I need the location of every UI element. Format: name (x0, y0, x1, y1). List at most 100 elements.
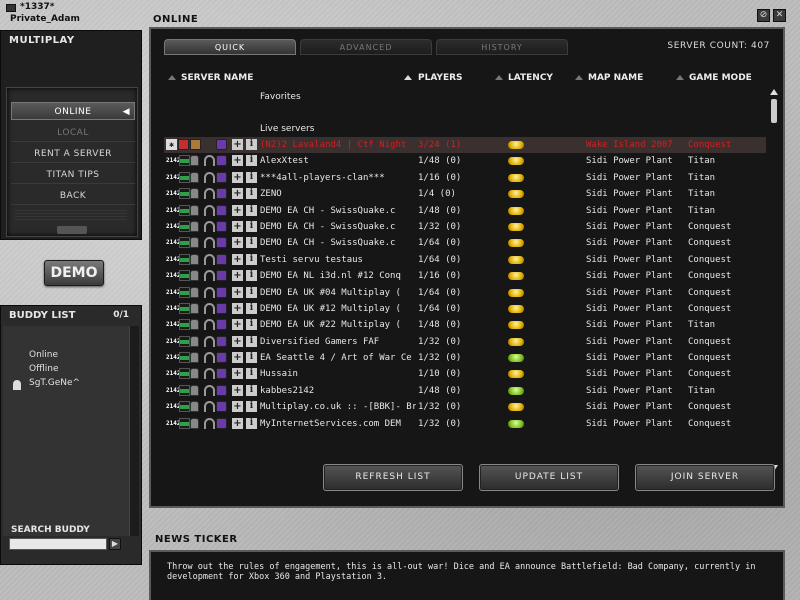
sort-icon[interactable] (676, 75, 684, 80)
info-icon[interactable]: i (246, 139, 257, 150)
info-icon[interactable]: i (246, 155, 257, 167)
menu-item-rent-a-server[interactable]: RENT A SERVER (11, 145, 135, 163)
info-icon[interactable]: i (246, 270, 257, 282)
close-button[interactable]: ✕ (773, 9, 786, 22)
lock-icon (190, 417, 199, 429)
server-count: SERVER COUNT: 407 (667, 41, 770, 51)
add-favorite-icon[interactable]: + (232, 237, 243, 249)
add-favorite-icon[interactable]: + (232, 302, 243, 314)
sort-icon[interactable] (168, 75, 176, 80)
add-favorite-icon[interactable]: + (232, 253, 243, 265)
ranked-icon (179, 352, 190, 364)
table-row[interactable]: 2142 + i DEMO EA CH - SwissQuake.c 1/48 (0) S… (164, 203, 766, 219)
refresh-list-button[interactable]: REFRESH LIST (323, 464, 463, 491)
table-row[interactable]: 2142 + i DEMO EA NL i3d.nl #12 Conq 1/16 (0)… (164, 268, 766, 284)
server-icons: ✱ + i (166, 139, 258, 151)
add-favorite-icon[interactable]: + (232, 171, 243, 183)
server-icons: 2142 + i (166, 368, 258, 380)
info-icon[interactable]: i (246, 335, 257, 347)
add-favorite-icon[interactable]: + (232, 155, 243, 167)
add-favorite-icon[interactable]: + (232, 188, 243, 200)
buddy-item[interactable]: SgT.GeNe^ (29, 378, 80, 388)
table-row[interactable]: 2142 + i DEMO EA CH - SwissQuake.c 1/64 (0) S… (164, 235, 766, 251)
info-icon[interactable]: i (246, 352, 257, 364)
info-icon[interactable]: i (246, 253, 257, 265)
menu-item-titan-tips[interactable]: TITAN TIPS (11, 166, 135, 184)
scroll-up-icon[interactable] (770, 89, 778, 95)
voip-icon (204, 270, 215, 282)
info-icon[interactable]: i (246, 368, 257, 380)
info-icon[interactable]: i (246, 220, 257, 232)
column-server-name[interactable]: SERVER NAME (181, 73, 253, 83)
info-icon[interactable]: i (246, 384, 257, 396)
info-icon[interactable]: i (246, 188, 257, 200)
add-favorite-icon[interactable]: + (232, 401, 243, 413)
column-latency[interactable]: LATENCY (508, 73, 553, 83)
column-map-name[interactable]: MAP NAME (588, 73, 643, 83)
tab-advanced[interactable]: ADVANCED (300, 39, 432, 55)
favorites-section-label: Favorites (260, 92, 301, 102)
tab-quick[interactable]: QUICK (164, 39, 296, 55)
add-favorite-icon[interactable]: + (232, 319, 243, 331)
add-favorite-icon[interactable]: + (232, 384, 243, 396)
search-buddy-input[interactable] (9, 538, 107, 550)
user-block: *1337* Private_Adam (6, 2, 126, 26)
column-game-mode[interactable]: GAME MODE (689, 73, 752, 83)
buddy-scrollbar[interactable] (129, 326, 139, 536)
info-icon[interactable]: i (246, 319, 257, 331)
table-row[interactable]: 2142 + i kabbes2142 1/48 (0) Sidi Power Plant… (164, 383, 766, 399)
scroll-thumb[interactable] (771, 99, 777, 123)
column-players[interactable]: PLAYERS (418, 73, 463, 83)
add-favorite-icon[interactable]: + (232, 220, 243, 232)
add-favorite-icon[interactable]: + (232, 270, 243, 282)
update-list-button[interactable]: UPDATE LIST (479, 464, 619, 491)
demo-button[interactable]: DEMO (44, 260, 104, 286)
table-row[interactable]: 2142 + i MyInternetServices.com DEM 1/32 (0)… (164, 416, 766, 432)
add-favorite-icon[interactable]: + (232, 352, 243, 364)
add-favorite-icon[interactable]: + (232, 286, 243, 298)
table-row[interactable]: 2142 + i EA Seattle 4 / Art of War Ce 1/32 (… (164, 350, 766, 366)
info-icon[interactable]: i (246, 286, 257, 298)
search-go-button[interactable]: ▶ (109, 538, 121, 550)
add-favorite-icon[interactable]: + (232, 139, 243, 150)
table-row[interactable]: 2142 + i ZENO 1/4 (0) Sidi Power Plant Titan (164, 186, 766, 202)
server-players: 1/4 (0) (418, 189, 456, 200)
info-icon[interactable]: i (246, 401, 257, 413)
add-favorite-icon[interactable]: + (232, 368, 243, 380)
table-row[interactable]: 2142 + i Testi servu testaus 1/64 (0) Sidi Po… (164, 252, 766, 268)
table-row[interactable]: 2142 + i DEMO EA UK #04 Multiplay (1/64 (0)… (164, 285, 766, 301)
table-row[interactable]: 2142 + i DEMO EA CH - SwissQuake.c 1/32 (0) S… (164, 219, 766, 235)
server-name: DEMO EA UK #22 Multiplay ( (260, 320, 401, 331)
sort-icon[interactable] (575, 75, 583, 80)
latency-indicator (508, 190, 524, 199)
menu-item-back[interactable]: BACK (11, 187, 135, 205)
buddy-group-offline[interactable]: Offline (29, 364, 59, 374)
server-list-scrollbar[interactable] (769, 89, 779, 471)
add-favorite-icon[interactable]: + (232, 335, 243, 347)
table-row[interactable]: 2142 + i AlexXtest 1/48 (0) Sidi Power Plant T… (164, 153, 766, 169)
info-icon[interactable]: i (246, 237, 257, 249)
info-icon[interactable]: i (246, 171, 257, 183)
table-row[interactable]: ✱ + i (N2)2 Lavaland4 | Ctf Night 3/24 (1) Wa… (164, 137, 766, 154)
info-icon[interactable]: i (246, 417, 257, 429)
join-server-button[interactable]: JOIN SERVER (635, 464, 775, 491)
info-icon[interactable]: i (246, 204, 257, 216)
sort-icon[interactable] (404, 75, 412, 80)
table-row[interactable]: 2142 + i ***4all-players-clan*** 1/16 (0) Sid… (164, 170, 766, 186)
buddy-group-online[interactable]: Online (29, 350, 58, 360)
tab-history[interactable]: HISTORY (436, 39, 568, 55)
server-name: DEMO EA CH - SwissQuake.c (260, 238, 396, 249)
minimize-button[interactable]: ⊘ (757, 9, 770, 22)
table-row[interactable]: 2142 + i Multiplay.co.uk :: -[BBK]- Brit 1/3… (164, 399, 766, 415)
table-row[interactable]: 2142 + i Hussain 1/10 (0) Sidi Power Plant Con… (164, 366, 766, 382)
table-row[interactable]: 2142 + i DEMO EA UK #22 Multiplay (1/48 (0)… (164, 317, 766, 333)
server-name: DEMO EA UK #04 Multiplay ( (260, 287, 401, 298)
menu-item-online[interactable]: ONLINE ◀ (11, 102, 135, 120)
sort-icon[interactable] (495, 75, 503, 80)
add-favorite-icon[interactable]: + (232, 204, 243, 216)
table-row[interactable]: 2142 + i DEMO EA UK #12 Multiplay (1/64 (0)… (164, 301, 766, 317)
table-row[interactable]: 2142 + i Diversified Gamers FAF 1/32 (0) Sidi… (164, 334, 766, 350)
add-favorite-icon[interactable]: + (232, 417, 243, 429)
info-icon[interactable]: i (246, 302, 257, 314)
voip-icon (204, 335, 215, 347)
